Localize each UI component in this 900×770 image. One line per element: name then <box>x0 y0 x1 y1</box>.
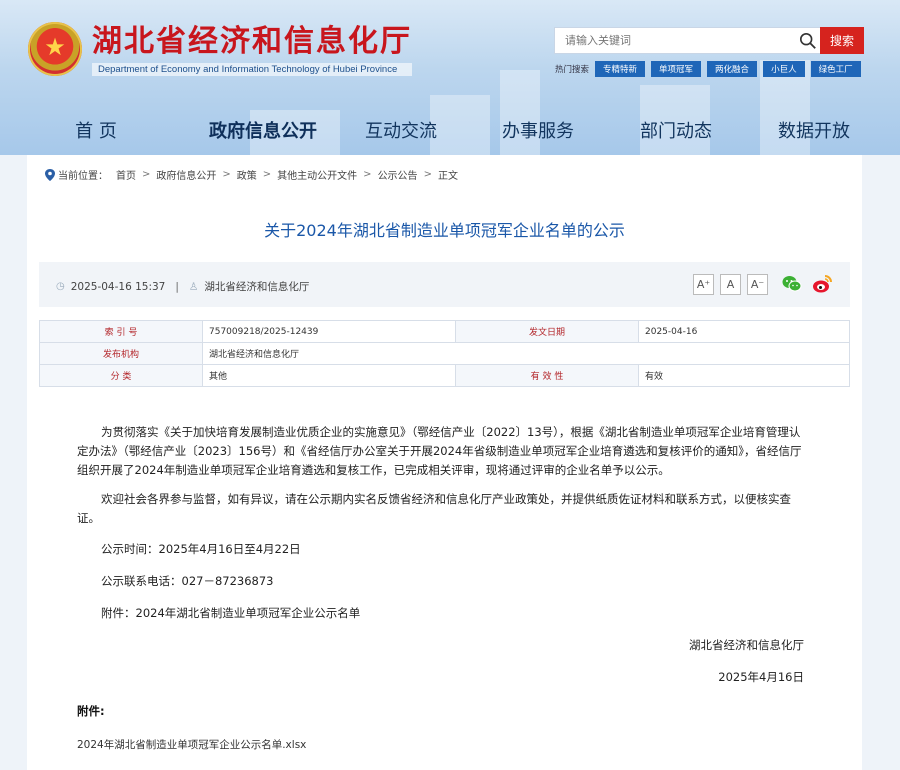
search-button[interactable]: 搜索 <box>820 27 864 54</box>
breadcrumb: 当前位置： 首页 > 政府信息公开 > 政策 > 其他主动公开文件 > 公示公告… <box>45 167 458 182</box>
table-row: 分 类 其他 有 效 性 有效 <box>39 364 850 387</box>
breadcrumb-item[interactable]: 其他主动公开文件 <box>277 167 357 182</box>
font-decrease-button[interactable]: A⁻ <box>747 274 768 295</box>
category-value: 其他 <box>202 364 456 387</box>
breadcrumb-separator: > <box>423 169 432 180</box>
body-paragraph: 欢迎社会各界参与监督，如有异议，请在公示期内实名反馈省经济和信息化厅产业政策处，… <box>77 492 791 525</box>
hot-searches: 热门搜索 专精特新 单项冠军 两化融合 小巨人 绿色工厂 <box>555 61 867 77</box>
font-increase-button[interactable]: A⁺ <box>693 274 714 295</box>
article-meta-bar: ◷ 2025-04-16 15:37 | ♙ 湖北省经济和信息化厅 A⁺ A A… <box>39 262 850 307</box>
font-size-controls: A⁺ A A⁻ <box>693 274 774 295</box>
site-subtitle: Department of Economy and Information Te… <box>92 62 412 76</box>
org-label: 发布机构 <box>39 342 203 365</box>
breadcrumb-separator: > <box>222 169 231 180</box>
breadcrumb-separator: > <box>142 169 151 180</box>
publish-date: 2025-04-16 15:37 <box>70 280 166 293</box>
validity-value: 有效 <box>638 364 850 387</box>
org-value: 湖北省经济和信息化厅 <box>202 342 850 365</box>
site-logo[interactable]: ★ 湖北省经济和信息化厅 Department of Economy and I… <box>28 22 412 76</box>
hot-tag[interactable]: 单项冠军 <box>651 61 702 77</box>
attachment-file-link[interactable]: 2024年湖北省制造业单项冠军企业公示名单.xlsx <box>77 737 306 752</box>
article-title: 关于2024年湖北省制造业单项冠军企业名单的公示 <box>264 221 625 240</box>
contact-phone: 公示联系电话：027－87236873 <box>101 574 274 588</box>
table-row: 发布机构 湖北省经济和信息化厅 <box>39 342 850 365</box>
nav-open-data[interactable]: 数据开放 <box>744 112 884 152</box>
user-icon: ♙ <box>188 280 199 293</box>
site-title: 湖北省经济和信息化厅 <box>92 23 412 59</box>
search-box: 搜索 <box>554 27 864 54</box>
breadcrumb-item[interactable]: 公示公告 <box>378 167 418 182</box>
meta-divider: | <box>175 280 179 293</box>
nav-services[interactable]: 办事服务 <box>468 112 608 152</box>
table-row: 索 引 号 757009218/2025-12439 发文日期 2025-04-… <box>39 320 850 343</box>
clock-icon: ◷ <box>56 281 65 292</box>
weibo-icon[interactable] <box>811 273 833 295</box>
search-icon[interactable] <box>799 32 817 50</box>
nav-gov-info[interactable]: 政府信息公开 <box>192 112 334 152</box>
publisher: 湖北省经济和信息化厅 <box>204 281 310 293</box>
index-value: 757009218/2025-12439 <box>202 320 456 343</box>
breadcrumb-item[interactable]: 首页 <box>116 167 136 182</box>
issue-date-value: 2025-04-16 <box>638 320 850 343</box>
notice-period: 公示时间：2025年4月16日至4月22日 <box>101 542 301 556</box>
nav-home[interactable]: 首 页 <box>0 112 192 152</box>
nav-interaction[interactable]: 互动交流 <box>334 112 468 152</box>
hot-tag[interactable]: 两化融合 <box>707 61 758 77</box>
breadcrumb-item-current: 正文 <box>437 171 458 182</box>
breadcrumb-separator: > <box>262 169 272 180</box>
breadcrumb-item[interactable]: 政府信息公开 <box>156 167 216 182</box>
hot-search-label: 热门搜索 <box>555 65 590 75</box>
signature-org: 湖北省经济和信息化厅 <box>689 638 804 652</box>
breadcrumb-item[interactable]: 政策 <box>237 167 257 182</box>
hot-tag[interactable]: 小巨人 <box>763 61 805 77</box>
national-emblem-icon: ★ <box>28 22 82 76</box>
issue-date-label: 发文日期 <box>455 320 639 343</box>
hot-tag[interactable]: 绿色工厂 <box>810 61 861 77</box>
breadcrumb-separator: > <box>363 169 372 180</box>
nav-dept-news[interactable]: 部门动态 <box>608 112 744 152</box>
wechat-icon[interactable] <box>781 273 803 295</box>
header-banner: ★ 湖北省经济和信息化厅 Department of Economy and I… <box>0 0 900 155</box>
location-pin-icon <box>45 168 55 181</box>
index-label: 索 引 号 <box>39 320 203 343</box>
document-info-table: 索 引 号 757009218/2025-12439 发文日期 2025-04-… <box>39 320 850 387</box>
category-label: 分 类 <box>39 364 203 387</box>
share-buttons <box>781 273 841 295</box>
search-input[interactable] <box>555 33 795 48</box>
attachments-label: 附件: <box>77 704 105 718</box>
attachment-mention: 附件：2024年湖北省制造业单项冠军企业公示名单 <box>101 606 361 620</box>
font-reset-button[interactable]: A <box>720 274 741 295</box>
validity-label: 有 效 性 <box>455 364 639 387</box>
breadcrumb-prefix: 当前位置： <box>58 171 108 182</box>
hot-tag[interactable]: 专精特新 <box>595 61 646 77</box>
article-body: 为贯彻落实《关于加快培育发展制造业优质企业的实施意见》（鄂经信产业〔2022〕1… <box>77 423 807 634</box>
content-panel: 当前位置： 首页 > 政府信息公开 > 政策 > 其他主动公开文件 > 公示公告… <box>27 155 862 770</box>
main-nav: 首 页 政府信息公开 互动交流 办事服务 部门动态 数据开放 <box>0 112 900 152</box>
body-paragraph: 为贯彻落实《关于加快培育发展制造业优质企业的实施意见》（鄂经信产业〔2022〕1… <box>77 425 802 477</box>
signature-date: 2025年4月16日 <box>718 670 804 684</box>
